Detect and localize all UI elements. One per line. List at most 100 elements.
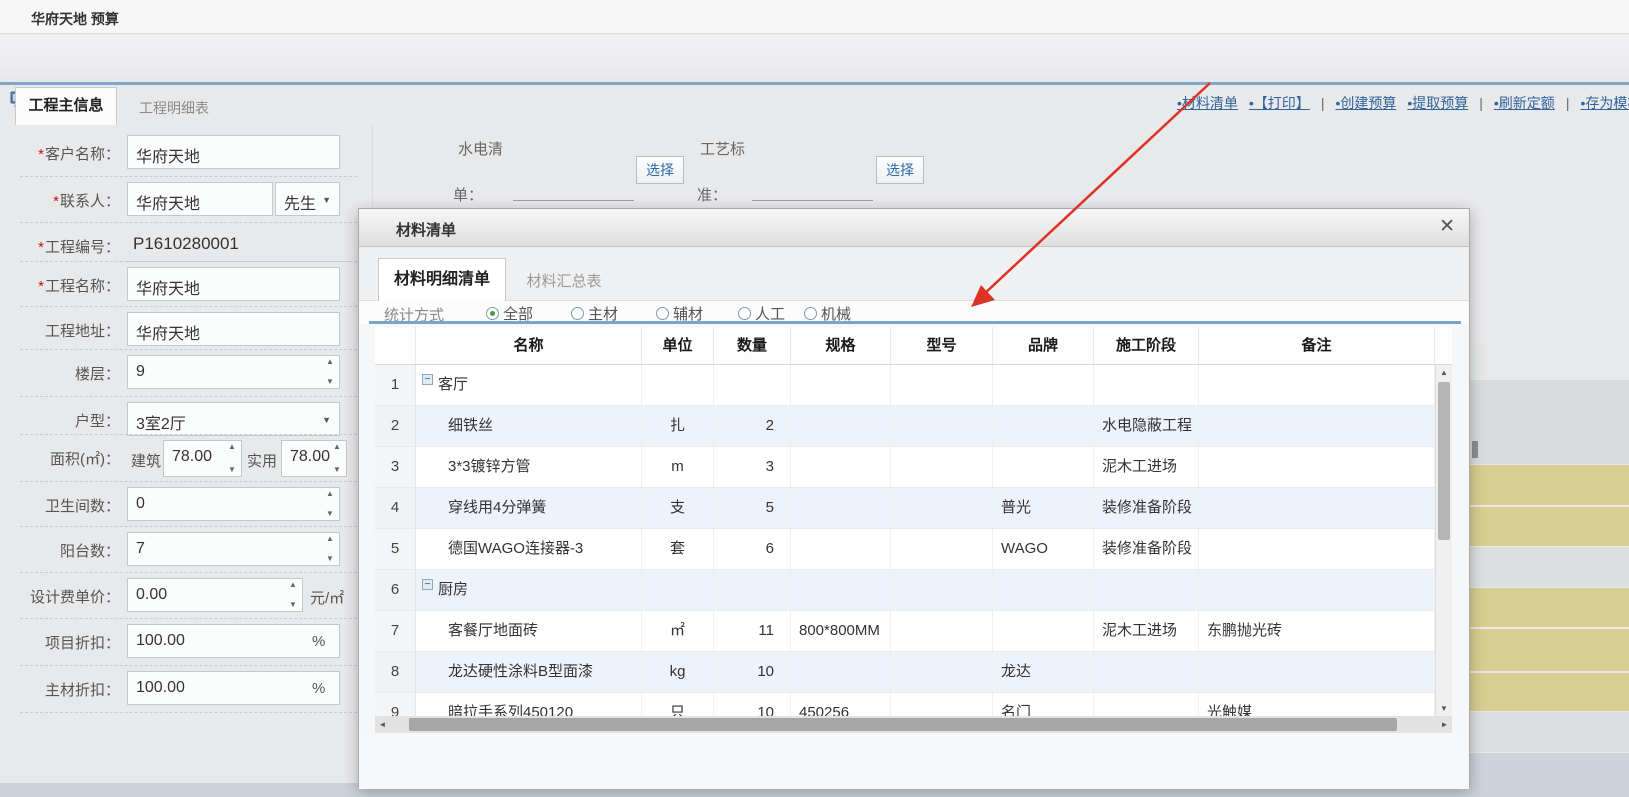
spin-up-icon[interactable]: ▲ — [326, 535, 334, 543]
brand-cell: 普光 — [993, 488, 1094, 528]
toolbar-link[interactable]: •提取预算 — [1407, 95, 1468, 111]
table-row[interactable]: 7客餐厅地面砖㎡11800*800MM泥木工进场东鹏抛光砖 — [375, 611, 1452, 652]
input-field[interactable]: 华府天地 — [127, 312, 340, 346]
tab-project-detail[interactable]: 工程明细表 — [124, 96, 224, 124]
input-field[interactable]: 0.00▲▼ — [127, 578, 303, 612]
table-row[interactable]: 2细铁丝扎2水电隐蔽工程 — [375, 406, 1452, 447]
model-cell — [891, 529, 993, 569]
row-separator — [20, 572, 357, 573]
radio-icon[interactable] — [656, 307, 669, 320]
material-name: 3*3镀锌方管 — [416, 447, 642, 487]
note-cell — [1199, 406, 1435, 446]
collapse-icon[interactable]: − — [422, 374, 433, 385]
form-row: *工程名称：华府天地 — [0, 267, 372, 303]
note-cell: 东鹏抛光砖 — [1199, 611, 1435, 651]
spinner-arrows[interactable]: ▲▼ — [324, 535, 336, 563]
close-icon[interactable]: ✕ — [1439, 216, 1455, 238]
input-field[interactable]: 华府天地 — [127, 267, 340, 301]
table-row[interactable]: 4穿线用4分弹簧支5普光装修准备阶段 — [375, 488, 1452, 529]
spin-up-icon[interactable]: ▲ — [326, 490, 334, 498]
table-row[interactable]: 8龙达硬性涂料B型面漆kg10龙达 — [375, 652, 1452, 693]
input-field[interactable]: 100.00 — [127, 671, 340, 705]
chevron-down-icon[interactable]: ▼ — [322, 415, 331, 425]
spin-down-icon[interactable]: ▼ — [326, 378, 334, 386]
input-field[interactable]: 0▲▼ — [127, 487, 340, 521]
spin-down-icon[interactable]: ▼ — [333, 466, 341, 474]
title-select[interactable]: 先生▼ — [275, 182, 340, 216]
scroll-up-icon[interactable]: ▲ — [1436, 365, 1452, 380]
spin-up-icon[interactable]: ▲ — [326, 358, 334, 366]
spin-down-icon[interactable]: ▼ — [289, 601, 297, 609]
group-row[interactable]: 6−厨房 — [375, 570, 1452, 611]
material-list-dialog: 材料清单 ✕ 材料明细清单 材料汇总表 统计方式 全部主材辅材人工机械 •打印•… — [358, 208, 1470, 788]
radio-icon[interactable] — [738, 307, 751, 320]
form-row: 卫生间数：0▲▼ — [0, 487, 372, 523]
toolbar-link[interactable]: •刷新定额 — [1494, 95, 1555, 111]
spinner-arrows[interactable]: ▲▼ — [287, 581, 299, 609]
quantity-cell: 2 — [714, 406, 791, 446]
spin-up-icon[interactable]: ▲ — [333, 443, 341, 451]
app-window: 华府天地 预算 预算报价 •材料清单•【打印】|•创建预算•提取预算|•刷新定额… — [0, 0, 1629, 797]
choose-button[interactable]: 选择 — [876, 156, 924, 184]
vertical-scrollbar[interactable]: ▲ ▼ — [1435, 365, 1452, 716]
input-field[interactable]: 78.00▲▼ — [281, 440, 347, 477]
collapse-icon[interactable]: − — [422, 579, 433, 590]
brand-cell: WAGO — [993, 529, 1094, 569]
field-value: 华府天地 — [136, 275, 200, 299]
radio-selected-icon[interactable] — [486, 307, 499, 320]
form-row: 主材折扣：100.00% — [0, 671, 372, 707]
spin-down-icon[interactable]: ▼ — [326, 555, 334, 563]
field-label: 卫生间数： — [0, 495, 120, 516]
row-separator — [20, 712, 357, 713]
input-field[interactable]: 华府天地 — [127, 182, 273, 216]
horizontal-scroll-thumb[interactable] — [409, 718, 1397, 731]
row-separator — [20, 665, 357, 666]
group-row[interactable]: 1−客厅 — [375, 365, 1452, 406]
dialog-header[interactable]: 材料清单 ✕ — [359, 209, 1469, 247]
spinner-arrows[interactable]: ▲▼ — [226, 443, 238, 474]
input-field[interactable]: 78.00▲▼ — [163, 440, 242, 477]
spinner-arrows[interactable]: ▲▼ — [324, 490, 336, 518]
input-field[interactable]: 100.00 — [127, 624, 340, 658]
input-field[interactable]: 7▲▼ — [127, 532, 340, 566]
spin-up-icon[interactable]: ▲ — [289, 581, 297, 589]
table-row[interactable]: 5德国WAGO连接器-3套6WAGO装修准备阶段 — [375, 529, 1452, 570]
spinner-arrows[interactable]: ▲▼ — [324, 358, 336, 386]
spin-up-icon[interactable]: ▲ — [228, 443, 236, 451]
toolbar-link[interactable]: •存为模板 — [1580, 95, 1629, 111]
tab-material-summary[interactable]: 材料汇总表 — [509, 265, 619, 301]
toolbar-link[interactable]: •材料清单 — [1177, 95, 1238, 111]
horizontal-scrollbar[interactable]: ◄ ► — [375, 716, 1452, 733]
radio-icon[interactable] — [571, 307, 584, 320]
vertical-scroll-thumb[interactable] — [1438, 382, 1450, 540]
spinner-arrows[interactable]: ▲▼ — [331, 443, 343, 474]
column-header: 备注 — [1199, 327, 1435, 364]
chevron-down-icon[interactable]: ▼ — [322, 195, 331, 205]
input-field[interactable]: 9▲▼ — [127, 355, 340, 389]
field-underline — [513, 200, 634, 201]
required-asterisk: * — [38, 239, 44, 256]
input-field[interactable]: 3室2厅▼ — [127, 402, 340, 436]
scroll-left-icon[interactable]: ◄ — [375, 716, 390, 733]
radio-icon[interactable] — [804, 307, 817, 320]
unit-cell: 扎 — [642, 406, 714, 446]
tab-material-detail-list[interactable]: 材料明细清单 — [378, 258, 506, 301]
table-row[interactable]: 9暗拉手系列450120只10450256名门光触媒 — [375, 693, 1452, 716]
field-label: 阳台数： — [0, 540, 120, 561]
scroll-down-icon[interactable]: ▼ — [1436, 701, 1452, 716]
spin-down-icon[interactable]: ▼ — [228, 466, 236, 474]
row-separator — [20, 618, 357, 619]
toolbar-link[interactable]: •【打印】 — [1249, 95, 1310, 111]
material-name: 暗拉手系列450120 — [416, 693, 642, 716]
scroll-right-icon[interactable]: ► — [1437, 716, 1452, 733]
spin-down-icon[interactable]: ▼ — [326, 510, 334, 518]
material-name: −厨房 — [416, 570, 642, 610]
table-row[interactable]: 33*3镀锌方管m3泥木工进场 — [375, 447, 1452, 488]
input-field[interactable]: 华府天地 — [127, 135, 340, 169]
brand-cell — [993, 365, 1094, 405]
toolbar-link[interactable]: •创建预算 — [1335, 95, 1396, 111]
form-row: 阳台数：7▲▼ — [0, 532, 372, 568]
choose-button[interactable]: 选择 — [636, 156, 684, 184]
tab-project-main-info[interactable]: 工程主信息 — [15, 87, 117, 125]
background-row — [1470, 380, 1629, 464]
